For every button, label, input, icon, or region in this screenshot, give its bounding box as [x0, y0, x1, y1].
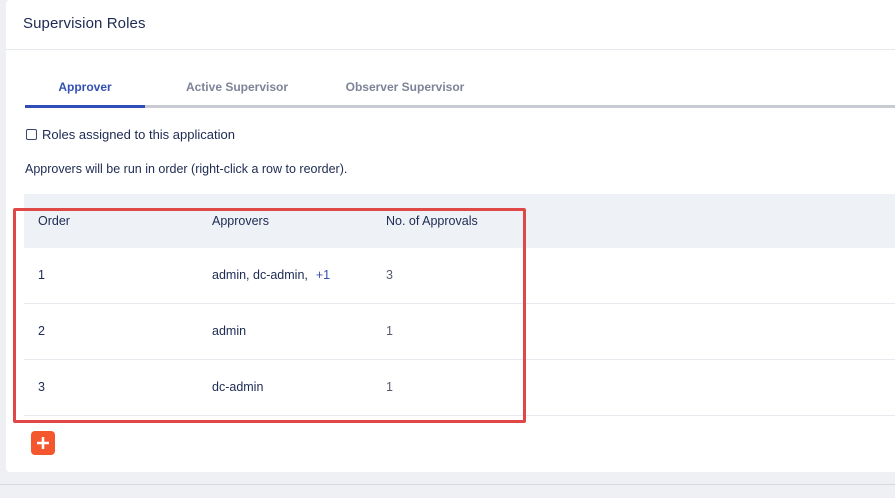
roles-assigned-checkbox[interactable] — [26, 129, 37, 140]
panel-title: Supervision Roles — [23, 15, 146, 32]
panel-header: Supervision Roles — [6, 0, 895, 50]
tab-observer-supervisor[interactable]: Observer Supervisor — [325, 66, 485, 108]
roles-assigned-option[interactable]: Roles assigned to this application — [26, 127, 235, 142]
divider — [0, 484, 895, 485]
tab-bar: Approver Active Supervisor Observer Supe… — [25, 66, 895, 108]
table-highlight-box — [13, 208, 526, 423]
add-approver-button[interactable] — [31, 431, 55, 455]
roles-assigned-label: Roles assigned to this application — [42, 127, 235, 142]
tab-approver[interactable]: Approver — [25, 66, 145, 108]
approver-order-hint: Approvers will be run in order (right-cl… — [25, 162, 348, 176]
plus-icon — [37, 437, 49, 449]
active-tab-indicator — [25, 105, 145, 108]
tab-active-supervisor[interactable]: Active Supervisor — [165, 66, 309, 108]
